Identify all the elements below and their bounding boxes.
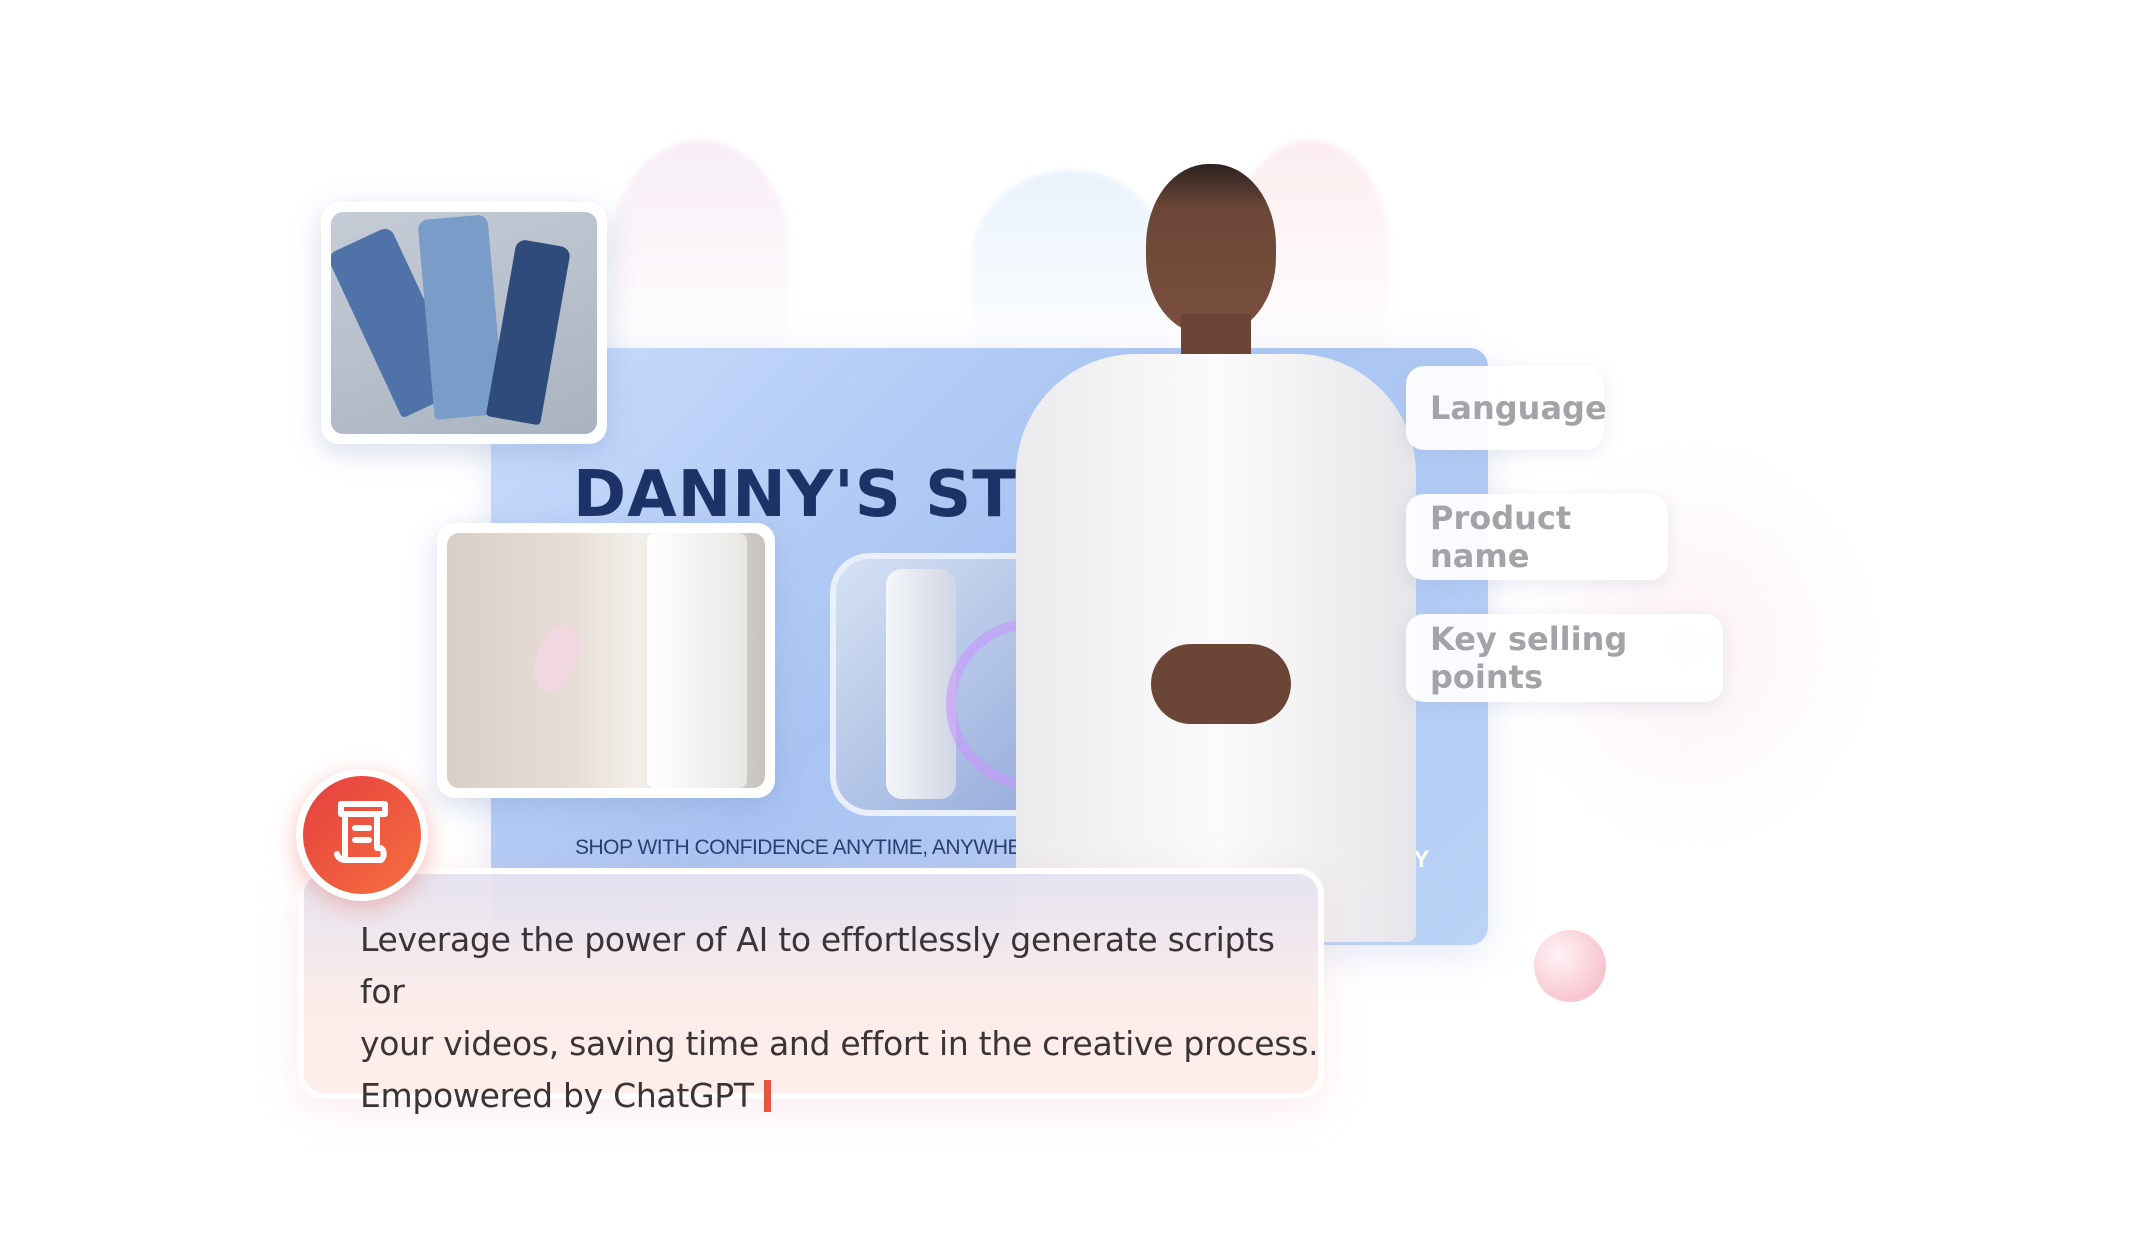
script-scroll-icon [296, 769, 428, 901]
decorative-sphere [1534, 930, 1606, 1002]
script-line: Leverage the power of AI to effortlessly… [360, 920, 1275, 1011]
tag-label: Language [1430, 389, 1607, 427]
generated-script: Leverage the power of AI to effortlessly… [360, 914, 1320, 1122]
tag-key-selling-points[interactable]: Key selling points [1406, 614, 1723, 702]
tag-language[interactable]: Language [1406, 366, 1607, 450]
text-cursor [763, 1080, 771, 1112]
presenter-avatar [996, 164, 1433, 942]
script-line: Empowered by ChatGPT [360, 1076, 754, 1115]
script-text-box[interactable]: Leverage the power of AI to effortlessly… [298, 868, 1324, 1115]
background-wave [610, 140, 790, 360]
store-tagline: SHOP WITH CONFIDENCE ANYTIME, ANYWHERE [575, 836, 1050, 859]
tag-label: Key selling points [1430, 620, 1628, 696]
tag-product-name[interactable]: Product name [1406, 494, 1668, 580]
script-line: your videos, saving time and effort in t… [360, 1024, 1319, 1063]
jeans-product-image [321, 202, 607, 444]
tag-label: Product name [1430, 499, 1572, 575]
cosmetics-product-image [437, 523, 775, 798]
